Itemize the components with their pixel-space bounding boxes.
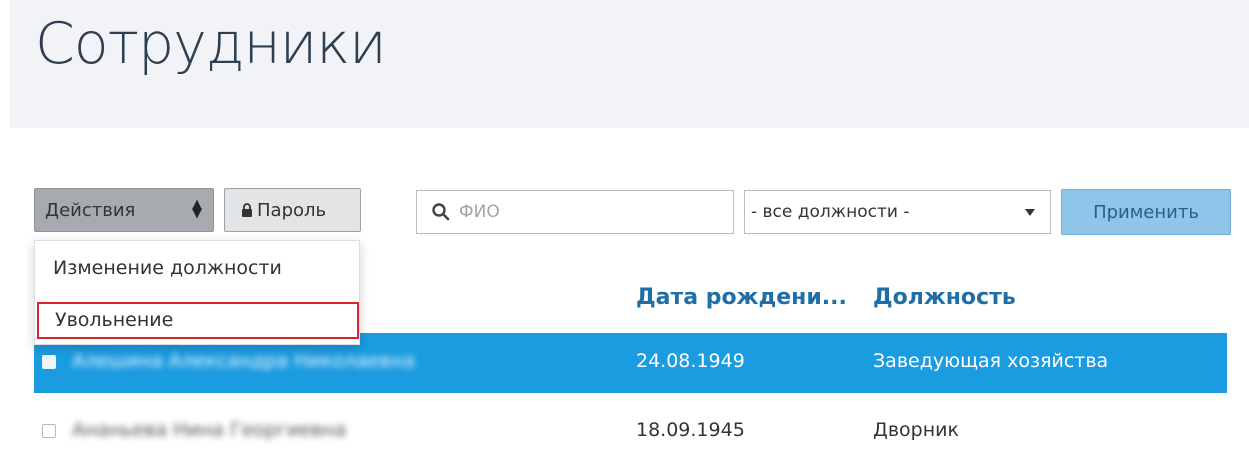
password-button-label: Пароль bbox=[257, 199, 327, 221]
search-field[interactable] bbox=[416, 190, 734, 234]
chevron-updown-icon: ▲ ▼ bbox=[192, 197, 202, 221]
search-icon bbox=[432, 203, 450, 221]
actions-button[interactable]: Действия ▲ ▼ bbox=[34, 188, 214, 232]
employee-position: Заведующая хозяйства bbox=[873, 350, 1109, 372]
employee-birth-date: 24.08.1949 bbox=[636, 350, 745, 372]
page-header: Сотрудники bbox=[10, 0, 1249, 128]
actions-dropdown-menu: Изменение должности Увольнение bbox=[34, 240, 360, 345]
password-button[interactable]: Пароль bbox=[224, 188, 361, 232]
actions-button-label: Действия bbox=[45, 199, 136, 221]
row-checkbox[interactable] bbox=[42, 355, 56, 369]
menu-item-dismissal[interactable]: Увольнение bbox=[37, 302, 359, 339]
page-title: Сотрудники bbox=[35, 11, 387, 77]
employee-name: Ананьева Нина Георгиевна bbox=[72, 419, 347, 441]
lock-icon bbox=[242, 203, 252, 217]
employee-name: Алешина Александра Николаевна bbox=[72, 350, 415, 372]
dropdown-arrow-icon bbox=[1025, 209, 1035, 216]
table-row[interactable]: Ананьева Нина Георгиевна 18.09.1945 Двор… bbox=[34, 402, 1227, 462]
search-input[interactable] bbox=[457, 201, 717, 223]
apply-button[interactable]: Применить bbox=[1061, 189, 1231, 235]
column-header-position[interactable]: Должность bbox=[873, 285, 1016, 310]
position-filter-value: - все должности - bbox=[751, 202, 910, 222]
employee-position: Дворник bbox=[873, 419, 959, 441]
menu-item-change-position[interactable]: Изменение должности bbox=[35, 257, 359, 279]
employee-birth-date: 18.09.1945 bbox=[636, 419, 745, 441]
position-filter-select[interactable]: - все должности - bbox=[744, 190, 1051, 234]
row-checkbox[interactable] bbox=[42, 424, 56, 438]
column-header-birth-date[interactable]: Дата рождени... bbox=[636, 285, 847, 310]
